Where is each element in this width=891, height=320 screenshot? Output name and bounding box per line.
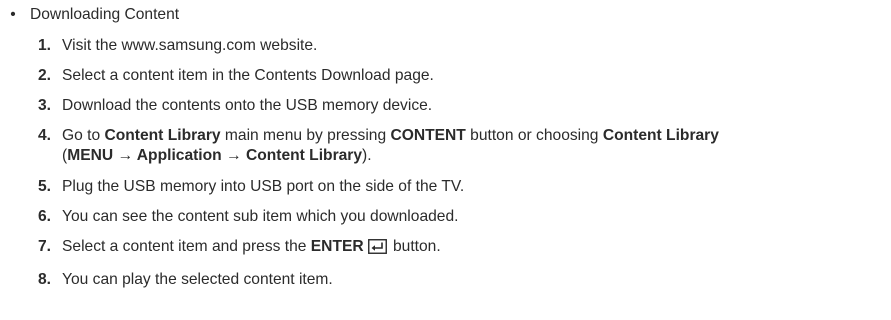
button-name-enter: ENTER — [310, 238, 364, 255]
bullet-glyph: • — [10, 6, 16, 23]
step-text: Select a content item and press the ENTE… — [62, 238, 441, 255]
step-1: 1. Visit the www.samsung.com website. — [38, 36, 888, 56]
step-number: 8. — [38, 271, 52, 288]
step-number: 5. — [38, 178, 52, 195]
enter-icon — [367, 239, 387, 260]
steps-list: 1. Visit the www.samsung.com website. 2.… — [38, 36, 888, 300]
step-8: 8. You can play the selected content ite… — [38, 270, 888, 290]
step-number: 7. — [38, 238, 52, 255]
menu-name-content-library: Content Library — [104, 127, 221, 144]
text-segment: ). — [362, 147, 372, 164]
text-segment: button or choosing — [465, 127, 603, 144]
step-number: 2. — [38, 67, 52, 84]
step-7: 7. Select a content item and press the E… — [38, 237, 888, 260]
step-text: You can see the content sub item which y… — [62, 208, 459, 225]
button-name-content: CONTENT — [390, 127, 466, 144]
manual-page: • Downloading Content 1. Visit the www.s… — [0, 0, 891, 320]
text-segment: Go to — [62, 127, 105, 144]
enter-icon-graphic — [367, 239, 387, 254]
step-number: 1. — [38, 37, 52, 54]
text-segment: main menu by pressing — [220, 127, 391, 144]
step-text: You can play the selected content item. — [62, 271, 333, 288]
step-2: 2. Select a content item in the Contents… — [38, 66, 888, 86]
step-number: 3. — [38, 97, 52, 114]
step-5: 5. Plug the USB memory into USB port on … — [38, 177, 888, 197]
section-title: Downloading Content — [30, 6, 180, 23]
text-segment: button. — [388, 238, 441, 255]
menu-path: MENU → Application → Content Library — [67, 147, 363, 164]
text-segment: Select a content item and press the — [62, 238, 311, 255]
step-3: 3. Download the contents onto the USB me… — [38, 96, 888, 116]
step-6: 6. You can see the content sub item whic… — [38, 207, 888, 227]
step-text: Plug the USB memory into USB port on the… — [62, 178, 465, 195]
step-text: Go to Content Library main menu by press… — [62, 127, 719, 164]
menu-name-content-library-2: Content Library — [602, 127, 719, 144]
step-number: 6. — [38, 208, 52, 225]
step-text: Select a content item in the Contents Do… — [62, 67, 434, 84]
step-4: 4. Go to Content Library main menu by pr… — [38, 126, 888, 166]
step-text: Download the contents onto the USB memor… — [62, 97, 433, 114]
step-number: 4. — [38, 127, 52, 144]
step-text: Visit the www.samsung.com website. — [62, 37, 318, 54]
